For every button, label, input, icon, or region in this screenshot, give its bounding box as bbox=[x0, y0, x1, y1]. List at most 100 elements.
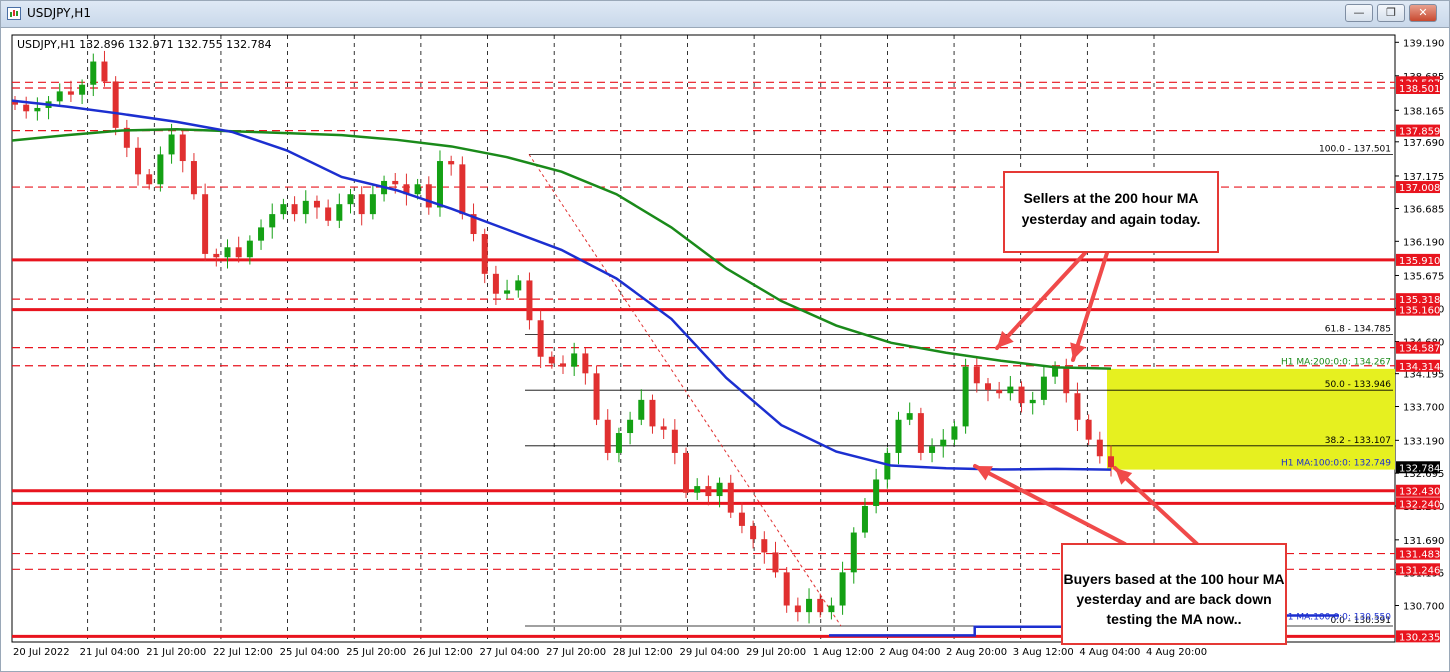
candle-body bbox=[873, 479, 880, 507]
close-icon: ✕ bbox=[1418, 6, 1428, 19]
candle-body bbox=[660, 426, 667, 430]
minimize-button[interactable]: — bbox=[1345, 4, 1373, 22]
y-tick-label: 136.190 bbox=[1403, 237, 1444, 248]
candle-body bbox=[593, 373, 600, 420]
candle-body bbox=[929, 446, 936, 453]
candle-body bbox=[101, 61, 108, 82]
candle-body bbox=[951, 426, 958, 440]
candle-body bbox=[369, 194, 376, 215]
candle-body bbox=[604, 419, 611, 453]
price-level-label: 131.483 bbox=[1399, 550, 1440, 561]
restore-button[interactable]: ❐ bbox=[1377, 4, 1405, 22]
y-tick-label: 133.700 bbox=[1403, 402, 1444, 413]
candle-body bbox=[1085, 419, 1092, 440]
candle-body bbox=[34, 107, 41, 112]
candle-body bbox=[112, 81, 119, 128]
y-tick-label: 139.190 bbox=[1403, 38, 1444, 49]
candle-body bbox=[895, 419, 902, 453]
x-tick-label: 4 Aug 04:00 bbox=[1079, 647, 1140, 658]
candle-body bbox=[817, 598, 824, 613]
candle-body bbox=[839, 572, 846, 606]
fibonacci-level-label: 61.8 - 134.785 bbox=[1325, 325, 1391, 335]
candle-body bbox=[1063, 366, 1070, 394]
candle-body bbox=[67, 91, 74, 95]
candle-body bbox=[213, 253, 220, 258]
candle-body bbox=[906, 413, 913, 420]
candle-body bbox=[135, 147, 142, 175]
candle-body bbox=[984, 383, 991, 390]
ma-label: H1 MA:100:0:0: 132.749 bbox=[1281, 459, 1391, 469]
candle-body bbox=[548, 356, 555, 364]
x-tick-label: 27 Jul 04:00 bbox=[480, 647, 540, 658]
candle-body bbox=[716, 482, 723, 497]
ma-label: H1 MA:200:0:0: 134.267 bbox=[1281, 358, 1391, 368]
candle-body bbox=[1007, 386, 1014, 394]
candle-body bbox=[615, 433, 622, 453]
y-tick-label: 133.190 bbox=[1403, 436, 1444, 447]
x-tick-label: 3 Aug 12:00 bbox=[1013, 647, 1074, 658]
candle-body bbox=[694, 486, 701, 493]
candle-body bbox=[1040, 376, 1047, 400]
fibonacci-level-label: 50.0 - 133.946 bbox=[1325, 380, 1391, 390]
candle-body bbox=[794, 605, 801, 613]
candle-body bbox=[481, 234, 488, 274]
candle-body bbox=[168, 134, 175, 155]
restore-icon: ❐ bbox=[1386, 6, 1396, 19]
candle-body bbox=[917, 413, 924, 453]
candle-body bbox=[146, 174, 153, 185]
chart-window: USDJPY,H1 — ❐ ✕ 100.0 - 137.501 61.8 - 13… bbox=[0, 0, 1450, 672]
buyers-annotation: Buyers based at the 100 hour MA yesterda… bbox=[1061, 543, 1287, 645]
close-button[interactable]: ✕ bbox=[1409, 4, 1437, 22]
candle-body bbox=[806, 598, 813, 613]
candle-body bbox=[940, 439, 947, 447]
candle-body bbox=[56, 91, 63, 102]
candle-body bbox=[861, 506, 868, 533]
x-tick-label: 26 Jul 12:00 bbox=[413, 647, 473, 658]
candle-body bbox=[313, 200, 320, 208]
price-level-label: 135.160 bbox=[1399, 306, 1440, 317]
candle-body bbox=[649, 399, 656, 427]
y-tick-label: 130.700 bbox=[1403, 602, 1444, 613]
x-tick-label: 25 Jul 20:00 bbox=[346, 647, 406, 658]
price-level-label: 134.587 bbox=[1399, 344, 1440, 355]
candle-body bbox=[750, 525, 757, 540]
candle-body bbox=[537, 320, 544, 357]
price-level-label: 132.430 bbox=[1399, 487, 1440, 498]
y-tick-label: 136.685 bbox=[1403, 204, 1444, 215]
candle-body bbox=[638, 399, 645, 420]
candle-body bbox=[627, 419, 634, 434]
candle-body bbox=[761, 539, 768, 553]
title-bar[interactable]: USDJPY,H1 — ❐ ✕ bbox=[1, 1, 1449, 28]
candle-body bbox=[738, 512, 745, 526]
x-tick-label: 22 Jul 12:00 bbox=[213, 647, 273, 658]
price-level-label: 134.314 bbox=[1399, 362, 1440, 373]
candle-body bbox=[582, 353, 589, 374]
candle-body bbox=[828, 605, 835, 613]
minimize-icon: — bbox=[1353, 6, 1365, 19]
candle-body bbox=[1029, 399, 1036, 404]
sellers-annotation: Sellers at the 200 hour MA yesterday and… bbox=[1003, 171, 1219, 253]
candle-body bbox=[973, 366, 980, 384]
candle-body bbox=[269, 214, 276, 228]
candle-body bbox=[504, 290, 511, 294]
candle-body bbox=[772, 552, 779, 573]
x-tick-label: 21 Jul 20:00 bbox=[146, 647, 206, 658]
x-tick-label: 25 Jul 04:00 bbox=[280, 647, 340, 658]
y-tick-label: 138.165 bbox=[1403, 106, 1444, 117]
price-level-label: 131.246 bbox=[1399, 565, 1440, 576]
current-price-label: 132.784 bbox=[1399, 463, 1440, 474]
fibonacci-level-label: 100.0 - 137.501 bbox=[1319, 144, 1391, 154]
x-tick-label: 21 Jul 04:00 bbox=[80, 647, 140, 658]
candle-body bbox=[23, 104, 30, 112]
x-tick-label: 2 Aug 20:00 bbox=[946, 647, 1007, 658]
candle-body bbox=[1074, 393, 1081, 420]
candle-body bbox=[560, 363, 566, 367]
x-tick-label: 28 Jul 12:00 bbox=[613, 647, 673, 658]
y-tick-label: 137.690 bbox=[1403, 138, 1444, 149]
candle-body bbox=[235, 247, 242, 258]
candle-body bbox=[280, 204, 287, 215]
candle-body bbox=[1096, 439, 1103, 457]
candle-body bbox=[414, 184, 421, 195]
x-tick-label: 2 Aug 04:00 bbox=[879, 647, 940, 658]
candle-body bbox=[325, 207, 332, 221]
